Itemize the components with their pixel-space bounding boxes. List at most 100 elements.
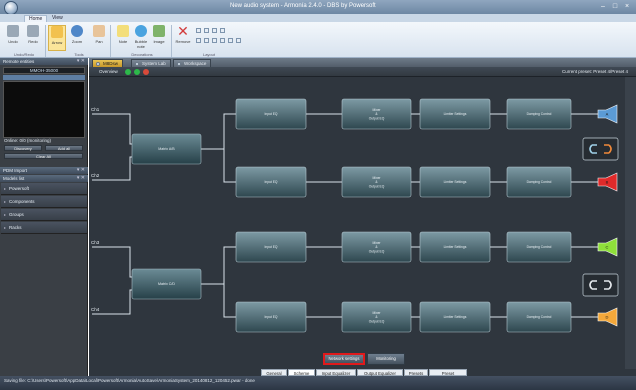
channel-2-label: Ch2	[91, 173, 100, 178]
discovery-button[interactable]: Discovery	[4, 145, 42, 151]
tab-m8dsw[interactable]: M8Dsw	[92, 59, 124, 67]
input-eq-label: Input EQ	[264, 180, 277, 184]
remove-icon: ✕	[177, 23, 189, 39]
panel-pin-icon[interactable]: ▾ ✕	[77, 58, 85, 65]
hand-pan-icon	[93, 25, 105, 37]
input-eq-label: Input EQ	[264, 315, 277, 319]
redo-button[interactable]: Redo	[24, 25, 42, 51]
ribbon-tab-strip: Home View	[0, 14, 636, 22]
tab-system-lab[interactable]: System Lab	[131, 59, 171, 67]
tab-presets[interactable]: Presets	[404, 369, 428, 376]
svg-text:Matrix A/B: Matrix A/B	[158, 147, 175, 151]
arrow-tool-button[interactable]: Arrow	[48, 25, 66, 51]
align-top-icon[interactable]	[220, 28, 225, 33]
status-led-red-icon	[143, 69, 149, 75]
nav-item-powersoft[interactable]: ▸ Powersoft	[1, 183, 87, 195]
limiter-settings-label: Limiter Settings	[444, 112, 467, 116]
align-right-icon[interactable]	[212, 28, 217, 33]
pdm-import-header[interactable]: PDM Import ▾ ✕	[0, 167, 88, 174]
nav-item-racks[interactable]: ▸ Racks	[1, 222, 87, 234]
send-back-icon[interactable]	[220, 38, 225, 43]
bring-front-icon[interactable]	[212, 38, 217, 43]
note-icon	[117, 25, 129, 37]
image-icon	[153, 25, 165, 37]
ribbon-separator	[110, 25, 111, 57]
tab-scheme[interactable]: Scheme	[288, 369, 315, 376]
arrow-cursor-icon	[51, 26, 63, 38]
image-button[interactable]: Image	[150, 25, 168, 51]
close-button[interactable]: ×	[622, 2, 632, 11]
maximize-button[interactable]: □	[610, 2, 620, 11]
nav-item-groups[interactable]: ▸ Groups	[1, 209, 87, 221]
expand-arrow-icon: ▸	[4, 199, 7, 204]
group-icon[interactable]	[228, 38, 233, 43]
distribute-h-icon[interactable]	[196, 38, 201, 43]
undo-button[interactable]: Undo	[4, 25, 22, 51]
online-status: Online: 0/0 (monitoring)	[4, 138, 52, 143]
damping-control-label: Damping Control	[527, 112, 552, 116]
document-tab-strip: M8Dsw System Lab Workspace	[89, 58, 636, 67]
monitoring-button[interactable]: Monitoring	[367, 353, 405, 365]
status-text: Saving file: C:\Users\Powersoft\AppData\…	[4, 378, 255, 383]
tab-device-icon	[177, 62, 181, 66]
remote-entities-list[interactable]	[3, 81, 85, 138]
remote-entities-header: Remote entities ▾ ✕	[0, 58, 88, 65]
limiter-settings-label: Limiter Settings	[444, 180, 467, 184]
device-selector[interactable]: MMOH-35000	[3, 67, 85, 74]
pan-tool-button[interactable]: Pan	[90, 25, 108, 51]
tab-workspace[interactable]: Workspace	[173, 59, 212, 67]
bubble-note-icon	[135, 25, 147, 37]
distribute-v-icon[interactable]	[204, 38, 209, 43]
models-list-header: Models list ▾ ✕	[0, 175, 88, 182]
channel-3-label: Ch3	[91, 240, 100, 245]
device-selected-row[interactable]	[3, 75, 85, 80]
tab-input-equalizer[interactable]: Input Equalizer	[316, 369, 356, 376]
align-center-icon[interactable]	[204, 28, 209, 33]
channel-row-1: Input EQMixer & Output EQLimiter Settings D…	[235, 98, 618, 130]
tab-view[interactable]: View	[48, 15, 67, 22]
expand-arrow-icon: ▸	[4, 225, 7, 230]
app-menu-orb-icon[interactable]	[4, 1, 18, 15]
network-settings-button[interactable]: Network settings	[323, 353, 365, 365]
group-label-tools: Tools	[74, 52, 84, 57]
note-button[interactable]: Note	[114, 25, 132, 51]
bridge-link-icon[interactable]	[582, 137, 619, 161]
damping-control-label: Damping Control	[527, 180, 552, 184]
input-eq-label: Input EQ	[264, 112, 277, 116]
channel-row-3: Input EQMixer & Output EQLimiter Settings D…	[235, 231, 618, 263]
tab-general[interactable]: General	[261, 369, 287, 376]
output-label: A	[606, 111, 609, 116]
matrix-block-ab[interactable]: Matrix A/B	[131, 133, 202, 165]
minimize-button[interactable]: –	[598, 2, 608, 11]
tab-home[interactable]: Home	[24, 15, 48, 22]
matrix-block-cd[interactable]: Matrix C/D	[131, 268, 202, 300]
signal-flow-diagram: Ch1 Ch2 Ch3 Ch4 Matrix A/B Matrix C/D In…	[91, 98, 619, 333]
add-all-button[interactable]: Add all	[45, 145, 83, 151]
tab-output-equalizer[interactable]: Output Equalizer	[357, 369, 403, 376]
tab-preset-manager[interactable]: Preset Manager	[429, 369, 467, 383]
ribbon-separator	[171, 25, 172, 57]
remove-button[interactable]: ✕ Remove	[174, 23, 192, 51]
align-left-icon[interactable]	[196, 28, 201, 33]
limiter-settings-label: Limiter Settings	[444, 245, 467, 249]
tab-device-icon	[96, 62, 100, 66]
svg-text:Matrix C/D: Matrix C/D	[158, 282, 175, 286]
output-label: C	[606, 244, 609, 249]
limiter-settings-label: Limiter Settings	[444, 315, 467, 319]
overview-label: Overview	[99, 69, 118, 74]
redo-icon	[27, 25, 39, 37]
clear-all-button[interactable]: Clear All	[4, 153, 83, 159]
right-scroll-gutter[interactable]	[625, 77, 636, 369]
zoom-icon	[71, 25, 83, 37]
bridge-link-icon[interactable]	[582, 273, 619, 297]
ungroup-icon[interactable]	[236, 38, 241, 43]
zoom-tool-button[interactable]: Zoom	[68, 25, 86, 51]
expand-arrow-icon: ▸	[4, 186, 7, 191]
bubble-note-button[interactable]: Bubble note	[132, 25, 150, 51]
channel-1-label: Ch1	[91, 107, 100, 112]
damping-control-label: Damping Control	[527, 315, 552, 319]
damping-control-label: Damping Control	[527, 245, 552, 249]
window-title: New audio system - Armonía 2.4.0 - DBS b…	[230, 3, 376, 9]
status-led-green-icon	[125, 69, 131, 75]
nav-item-components[interactable]: ▸ Components	[1, 196, 87, 208]
